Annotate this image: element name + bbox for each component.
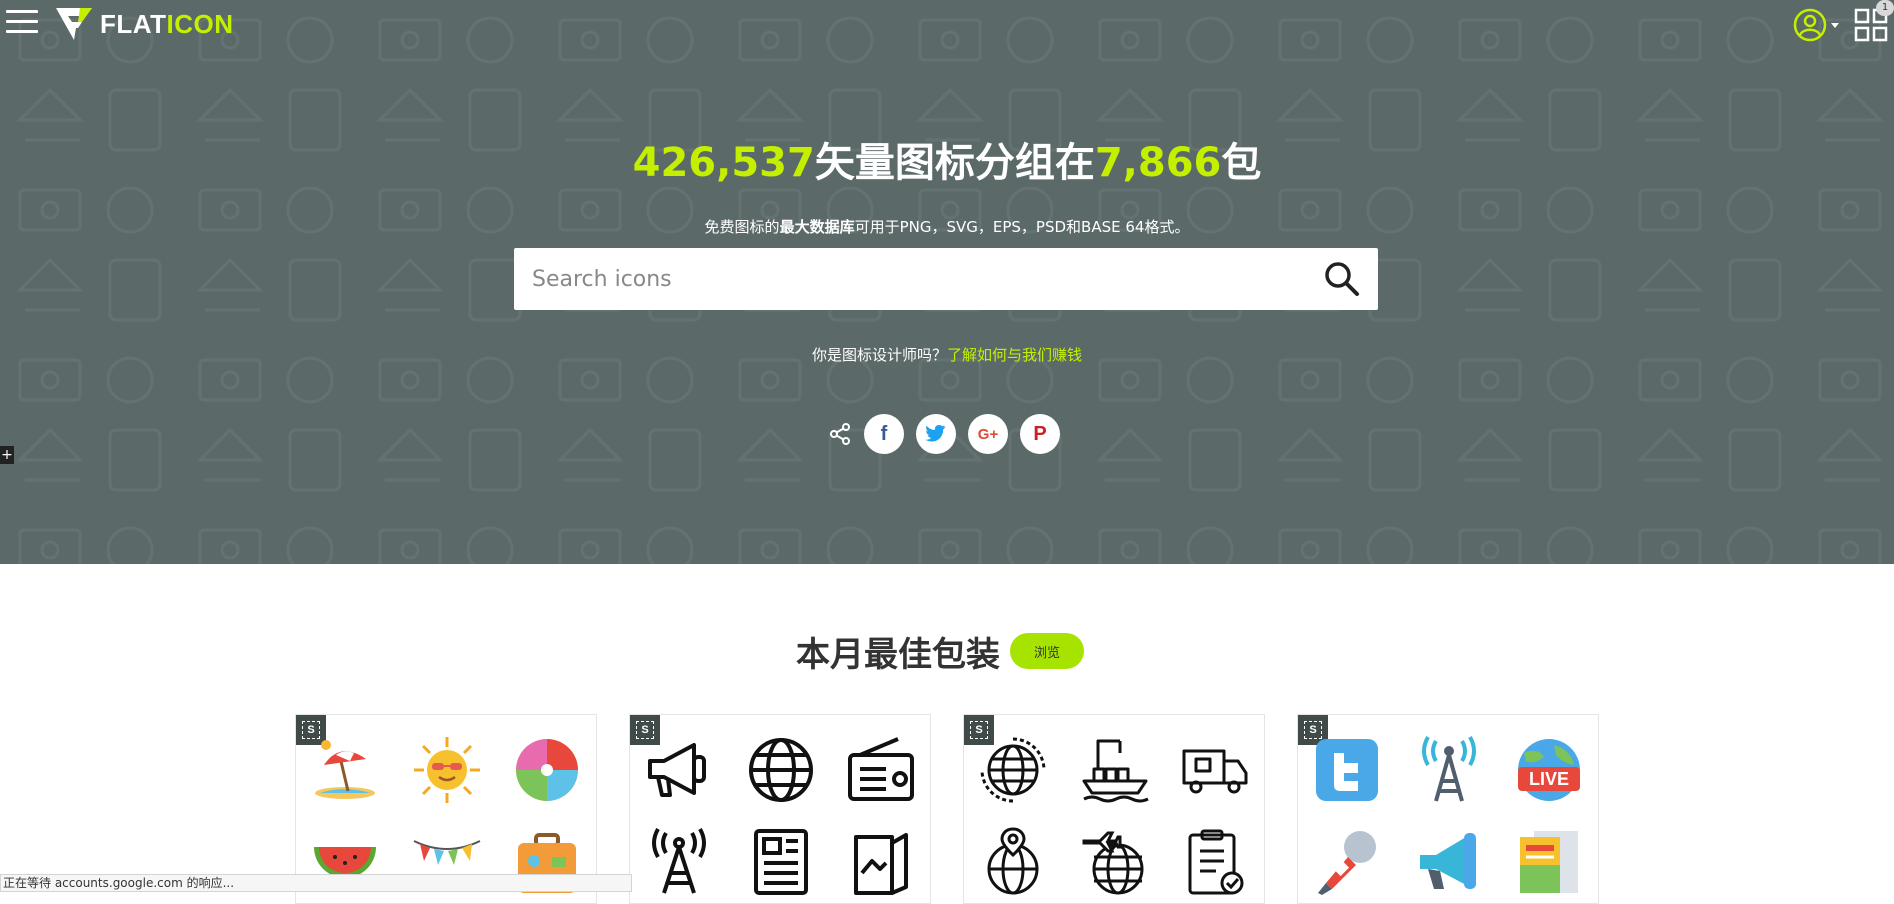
global-network-icon <box>980 737 1046 803</box>
page-headline: 426,537矢量图标分组在7,866包 <box>632 140 1262 186</box>
microphone-icon <box>1318 831 1376 895</box>
twitter-logo-icon <box>1316 739 1378 801</box>
google-plus-share-button[interactable]: G+ <box>968 414 1008 454</box>
svg-text:LIVE: LIVE <box>1529 769 1569 789</box>
browser-status-bar: 正在等待 accounts.google.com 的响应... <box>0 874 632 892</box>
twitter-icon <box>925 425 946 442</box>
megaphone-icon <box>648 743 706 797</box>
antenna-tower-icon <box>1422 736 1476 802</box>
broadcast-tower-icon <box>652 828 706 894</box>
facebook-share-button[interactable]: f <box>864 414 904 454</box>
share-bar: f G+ P <box>828 414 1072 454</box>
share-icon <box>830 423 850 445</box>
pack-card[interactable]: S <box>963 714 1265 904</box>
facebook-icon: f <box>880 422 888 445</box>
designer-promo: 你是图标设计师吗？了解如何与我们赚钱 <box>811 346 1083 364</box>
globe-icon <box>749 738 813 802</box>
browse-button[interactable]: 浏览 <box>1010 633 1085 669</box>
pack-card[interactable]: S LIVE <box>1297 714 1599 904</box>
cargo-ship-icon <box>1082 739 1149 803</box>
smiling-sun-icon <box>414 737 480 803</box>
google-plus-icon: G+ <box>977 425 999 443</box>
twitter-share-button[interactable] <box>916 414 956 454</box>
notification-badge: 1 <box>1876 0 1894 16</box>
flaticon-logo-icon <box>56 8 92 40</box>
search-bar <box>514 248 1378 310</box>
search-icon[interactable] <box>1322 259 1362 299</box>
pinterest-share-button[interactable]: P <box>1020 414 1060 454</box>
flight-globe-icon <box>1082 831 1144 895</box>
beach-ball-icon <box>516 739 578 801</box>
pack-card[interactable]: S <box>629 714 931 904</box>
magazine-icon <box>854 833 908 895</box>
beach-umbrella-icon <box>315 740 375 799</box>
pinterest-icon: P <box>1033 422 1047 445</box>
best-packs-header: 本月最佳包装 浏览 <box>796 626 1085 676</box>
loudspeaker-icon <box>1420 833 1476 889</box>
logo-text: FLATICON <box>100 8 234 39</box>
location-globe-icon <box>987 827 1039 895</box>
user-account-icon <box>1793 8 1827 42</box>
newspaper-icon <box>754 829 808 895</box>
delivery-truck-icon <box>1182 749 1248 794</box>
side-expand-button[interactable]: + <box>0 446 14 464</box>
clipboard-check-icon <box>1188 829 1244 895</box>
flaticon-logo[interactable]: FLATICON <box>54 6 234 42</box>
hero-subtitle: 免费图标的最大数据库可用于PNG，SVG，EPS，PSD和BASE 64格式。 <box>704 218 1190 236</box>
user-account-button[interactable] <box>1793 8 1841 42</box>
hero-banner: FLATICON 1 426,537矢量图标分组在7,866包 免费图标的最大数… <box>0 0 1894 564</box>
hamburger-menu-icon[interactable] <box>6 10 38 38</box>
chevron-down-icon <box>1831 22 1839 28</box>
search-input[interactable] <box>514 248 1322 310</box>
radio-icon <box>848 737 914 801</box>
best-packs-title: 本月最佳包装 <box>796 634 1000 675</box>
earn-with-us-link[interactable]: 了解如何与我们赚钱 <box>947 346 1082 364</box>
live-globe-icon: LIVE <box>1518 739 1580 801</box>
news-paper-icon <box>1520 831 1578 893</box>
